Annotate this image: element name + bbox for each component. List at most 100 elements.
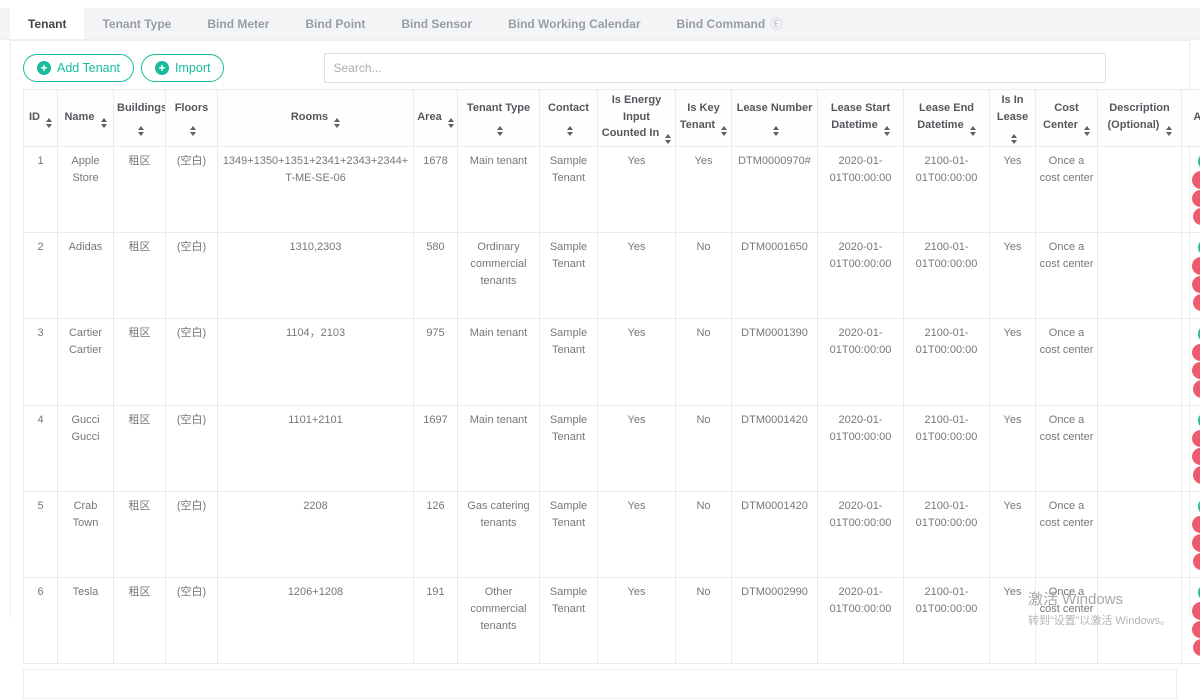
tab-bind-sensor[interactable]: Bind Sensor [383,8,490,39]
cell-actions: EditDeleteExportClone [1182,147,1200,233]
cell-lease-start-datetime: 2020-01-01T00:00:00 [818,319,904,405]
cell-cost-center: Once a cost center [1036,491,1098,577]
column-label: Lease Number [737,102,813,114]
column-header-name[interactable]: Name [58,90,114,147]
column-header-tenant-type[interactable]: Tenant Type [458,90,540,147]
delete-button[interactable]: Delete [1192,430,1200,447]
clone-button[interactable]: Clone [1193,639,1200,656]
export-button[interactable]: Export [1192,448,1200,465]
cell-name: Cartier Cartier [58,319,114,405]
column-header-buildings[interactable]: Buildings [114,90,166,147]
clone-button[interactable]: Clone [1193,466,1200,483]
column-header-rooms[interactable]: Rooms [218,90,414,147]
cell-buildings: 租区 [114,577,166,663]
cell-lease-end-datetime: 2100-01-01T00:00:00 [904,319,990,405]
cell-tenant-type: Main tenant [458,319,540,405]
cell-is-key-tenant: No [676,405,732,491]
cell-rooms: 2208 [218,491,414,577]
tab-tenant[interactable]: Tenant [10,8,84,39]
tab-label: Bind Point [305,17,365,31]
tab-bind-point[interactable]: Bind Point [287,8,383,39]
cell-tenant-type: Main tenant [458,405,540,491]
cell-rooms: 1349+1350+1351+2341+2343+2344+T-ME-SE-06 [218,147,414,233]
cell-area: 975 [414,319,458,405]
export-button[interactable]: Export [1192,621,1200,638]
cell-name: Tesla [58,577,114,663]
export-button[interactable]: Export [1192,276,1200,293]
search-input[interactable] [324,53,1106,83]
column-header-cost-center[interactable]: Cost Center [1036,90,1098,147]
cell-rooms: 1206+1208 [218,577,414,663]
tab-bind-working-calendar[interactable]: Bind Working Calendar [490,8,658,39]
cell-name: Gucci Gucci [58,405,114,491]
column-header-action[interactable]: Action [1182,90,1200,147]
delete-button[interactable]: Delete [1192,257,1200,274]
column-label: ID [29,111,40,123]
column-header-area[interactable]: Area [414,90,458,147]
cell-is-in-lease: Yes [990,405,1036,491]
delete-button[interactable]: Delete [1192,516,1200,533]
column-label: Description (Optional) [1108,102,1170,131]
cell-lease-end-datetime: 2100-01-01T00:00:00 [904,491,990,577]
column-header-floors[interactable]: Floors [166,90,218,147]
cell-is-energy-input-counted-in: Yes [598,577,676,663]
cell-lease-number: DTM0001390 [732,319,818,405]
sort-icon [334,118,340,128]
column-label: Name [64,111,94,123]
tab-label: Tenant Type [102,17,171,31]
clone-button[interactable]: Clone [1193,380,1200,397]
cell-tenant-type: Main tenant [458,147,540,233]
export-button[interactable]: Export [1192,190,1200,207]
import-button[interactable]: + Import [141,54,224,82]
column-header-is-key-tenant[interactable]: Is Key Tenant [676,90,732,147]
cell-lease-start-datetime: 2020-01-01T00:00:00 [818,577,904,663]
column-header-contact[interactable]: Contact [540,90,598,147]
tab-bind-meter[interactable]: Bind Meter [189,8,287,39]
clone-button[interactable]: Clone [1193,208,1200,225]
sort-icon [567,126,573,136]
sort-icon [773,126,779,136]
column-header-lease-start-datetime[interactable]: Lease Start Datetime [818,90,904,147]
tab-bind-command[interactable]: Bind CommandⒺ [659,8,801,39]
column-header-lease-end-datetime[interactable]: Lease End Datetime [904,90,990,147]
cell-contact: Sample Tenant [540,405,598,491]
cell-is-key-tenant: No [676,233,732,319]
table-row: 5Crab Town租区(空白)2208126Gas catering tena… [24,491,1200,577]
cell-lease-end-datetime: 2100-01-01T00:00:00 [904,147,990,233]
import-label: Import [175,61,210,75]
cell-floors: (空白) [166,491,218,577]
sort-icon [884,126,890,136]
delete-button[interactable]: Delete [1192,344,1200,361]
cell-id: 3 [24,319,58,405]
info-icon: Ⓔ [770,15,782,32]
column-header-lease-number[interactable]: Lease Number [732,90,818,147]
export-button[interactable]: Export [1192,534,1200,551]
export-button[interactable]: Export [1192,362,1200,379]
cell-cost-center: Once a cost center [1036,405,1098,491]
tab-label: Bind Meter [207,17,269,31]
column-header-is-energy-input-counted-in[interactable]: Is Energy Input Counted In [598,90,676,147]
tab-tenant-type[interactable]: Tenant Type [84,8,189,39]
cell-floors: (空白) [166,405,218,491]
sort-icon [138,126,144,136]
cell-area: 126 [414,491,458,577]
cell-tenant-type: Gas catering tenants [458,491,540,577]
cell-buildings: 租区 [114,147,166,233]
column-header-is-in-lease[interactable]: Is In Lease [990,90,1036,147]
plus-icon: + [155,61,169,75]
clone-button[interactable]: Clone [1193,553,1200,570]
cell-cost-center: Once a cost center [1036,319,1098,405]
delete-button[interactable]: Delete [1192,171,1200,188]
column-label: Tenant Type [467,102,530,114]
cell-name: Adidas [58,233,114,319]
clone-button[interactable]: Clone [1193,294,1200,311]
cell-name: Crab Town [58,491,114,577]
cell-cost-center: Once a cost center [1036,147,1098,233]
cell-is-energy-input-counted-in: Yes [598,405,676,491]
add-tenant-button[interactable]: + Add Tenant [23,54,134,82]
column-label: Lease End Datetime [917,102,974,131]
column-header-description[interactable]: Description (Optional) [1098,90,1182,147]
tenant-table: ID Name Buildings Floors Rooms Area Tena… [23,89,1200,664]
cell-actions: EditDeleteExportClone [1182,405,1200,491]
column-header-id[interactable]: ID [24,90,58,147]
